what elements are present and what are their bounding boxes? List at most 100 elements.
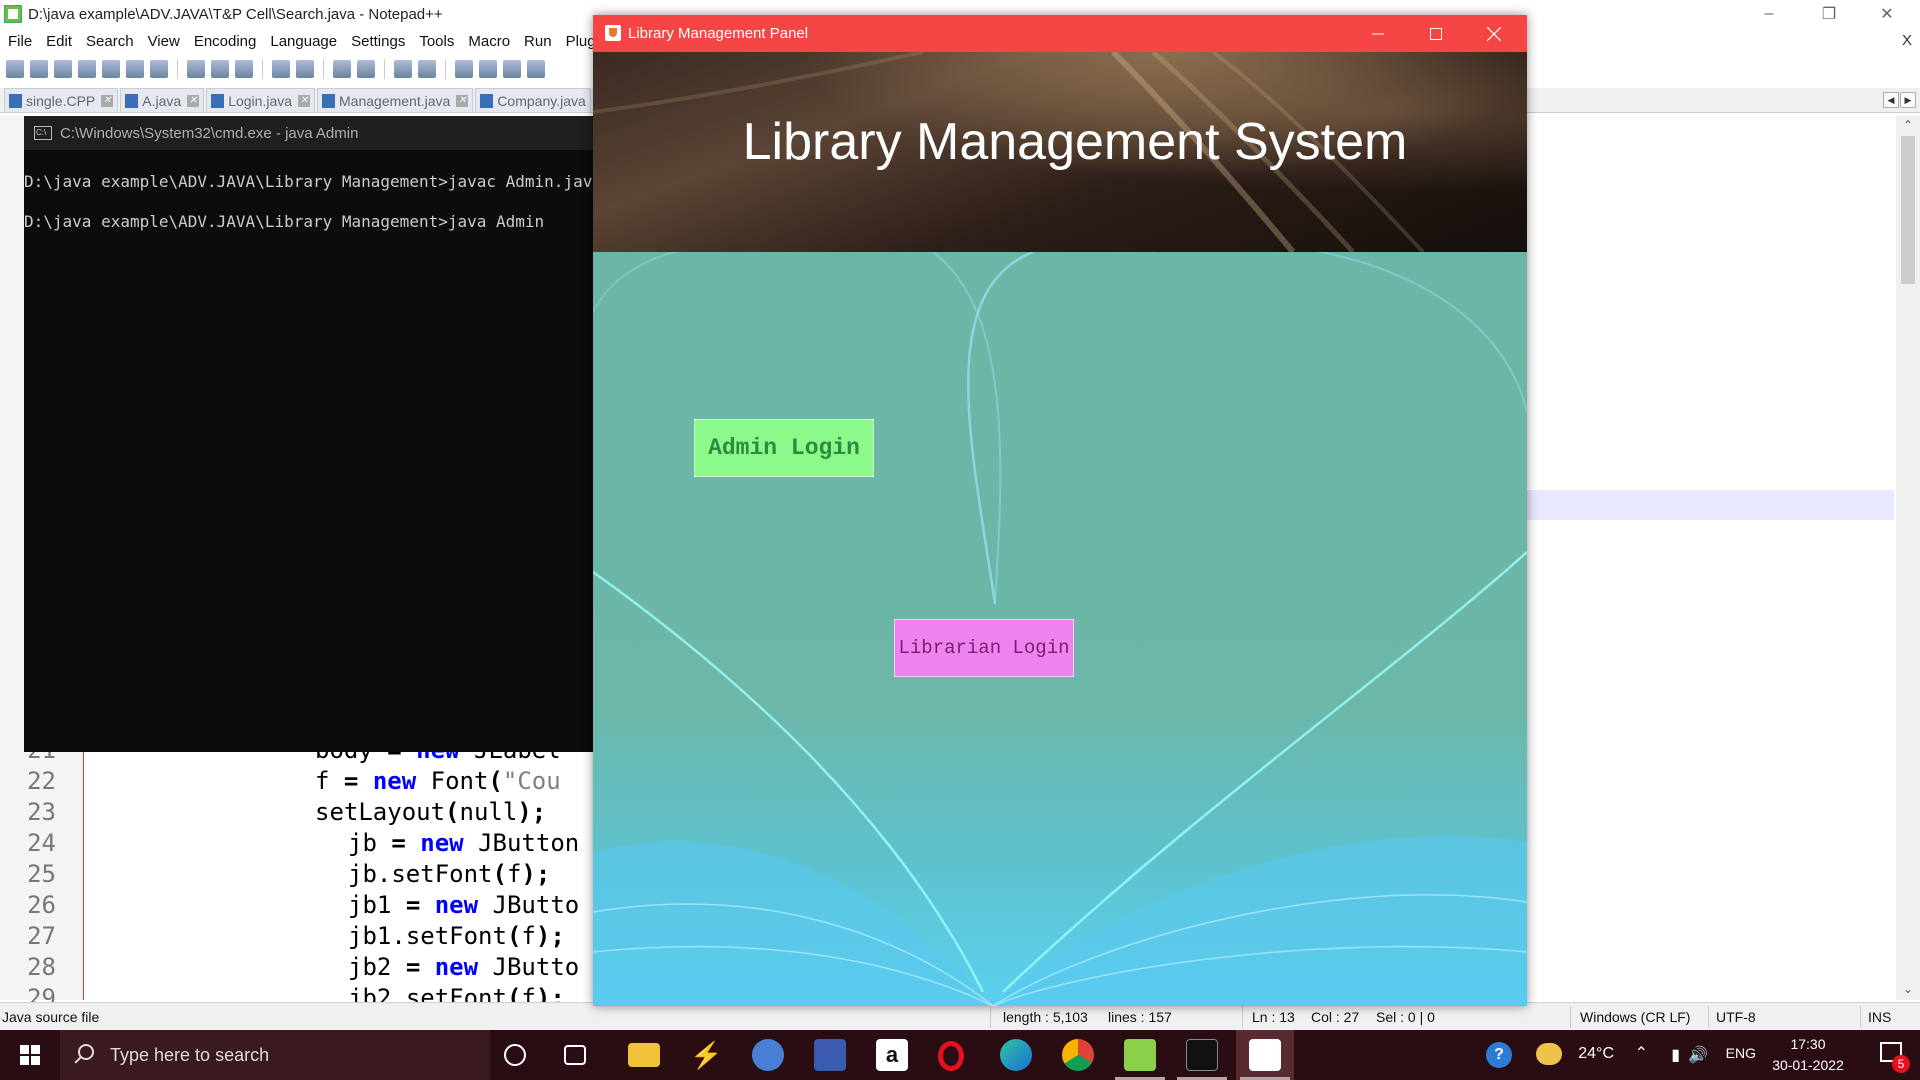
menu-file[interactable]: File	[2, 33, 40, 50]
code-line: jb = new JButton	[348, 829, 580, 857]
cmd-icon: C:\	[34, 126, 52, 140]
zoom-in-icon[interactable]	[394, 60, 412, 78]
find-icon[interactable]	[333, 60, 351, 78]
editor-vertical-scrollbar[interactable]: ⌃ ⌄	[1896, 116, 1920, 1000]
close-document-button[interactable]: X	[1902, 32, 1912, 49]
save-icon[interactable]	[54, 60, 72, 78]
show-all-chars-icon[interactable]	[527, 60, 545, 78]
weather-temperature[interactable]: 24°C	[1578, 1045, 1614, 1063]
tab-management-java[interactable]: Management.java ✕	[317, 88, 474, 112]
header-banner-image: Library Management System	[593, 49, 1527, 254]
show-hidden-icons-icon[interactable]: ⌃	[1635, 1043, 1648, 1063]
weather-icon[interactable]	[1536, 1043, 1562, 1065]
sublime-merge-icon[interactable]	[814, 1039, 846, 1071]
sync-scroll-v-icon[interactable]	[455, 60, 473, 78]
close-file-icon[interactable]	[102, 60, 120, 78]
maximize-icon	[1430, 27, 1442, 40]
line-number: 28	[27, 953, 56, 981]
close-all-icon[interactable]	[126, 60, 144, 78]
tab-close-icon[interactable]: ✕	[298, 94, 311, 107]
help-icon[interactable]: ?	[1486, 1042, 1512, 1068]
tab-scroll-arrows: ◀ ▶	[1883, 92, 1916, 108]
minimize-icon	[1372, 33, 1384, 34]
word-wrap-icon[interactable]	[503, 60, 521, 78]
tab-login-java[interactable]: Login.java ✕	[206, 88, 316, 112]
menu-search[interactable]: Search	[80, 33, 142, 50]
amazon-icon[interactable]: a	[876, 1039, 908, 1071]
opera-icon[interactable]	[938, 1041, 964, 1071]
menu-encoding[interactable]: Encoding	[188, 33, 265, 50]
sublime-text-icon[interactable]: ⚡	[690, 1039, 722, 1071]
tab-company-java[interactable]: Company.java	[475, 88, 591, 112]
clock-date[interactable]: 30-01-2022	[1768, 1057, 1848, 1073]
tab-scroll-left-icon[interactable]: ◀	[1883, 92, 1899, 108]
line-number: 27	[27, 922, 56, 950]
language-indicator[interactable]: ENG	[1726, 1045, 1756, 1061]
status-divider	[1860, 1006, 1861, 1028]
paste-icon[interactable]	[235, 60, 253, 78]
chromium-icon[interactable]	[752, 1039, 784, 1071]
cortana-icon[interactable]	[504, 1044, 526, 1066]
clock-time[interactable]: 17:30	[1768, 1036, 1848, 1052]
task-view-icon[interactable]	[564, 1045, 586, 1065]
code-line: setLayout(null);	[315, 798, 547, 826]
copy-icon[interactable]	[211, 60, 229, 78]
edge-icon[interactable]	[1000, 1039, 1032, 1071]
cut-icon[interactable]	[187, 60, 205, 78]
panel-heading: Library Management System	[742, 113, 1408, 171]
tab-label: A.java	[142, 92, 182, 109]
volume-icon[interactable]: 🔊	[1688, 1045, 1708, 1065]
menu-language[interactable]: Language	[264, 33, 345, 50]
chrome-icon[interactable]	[1062, 1039, 1094, 1071]
tab-scroll-right-icon[interactable]: ▶	[1900, 92, 1916, 108]
panel-minimize-button[interactable]	[1349, 15, 1407, 52]
toolbar-separator	[445, 59, 446, 79]
admin-login-button[interactable]: Admin Login	[694, 419, 874, 477]
taskbar-search-box[interactable]: Type here to search	[60, 1030, 490, 1080]
tab-close-icon[interactable]: ✕	[187, 94, 200, 107]
redo-icon[interactable]	[296, 60, 314, 78]
npp-restore-button[interactable]: ❐	[1800, 0, 1858, 28]
current-line-highlight	[1526, 490, 1894, 520]
cmd-titlebar: C:\ C:\Windows\System32\cmd.exe - java A…	[24, 116, 620, 150]
menu-run[interactable]: Run	[518, 33, 560, 50]
line-number: 23	[27, 798, 56, 826]
librarian-login-button[interactable]: Librarian Login	[894, 619, 1074, 677]
notepadpp-icon	[4, 5, 22, 23]
zoom-out-icon[interactable]	[418, 60, 436, 78]
java-app-taskbar-slot[interactable]	[1236, 1030, 1294, 1080]
scroll-up-icon[interactable]: ⌃	[1896, 118, 1920, 132]
save-all-icon[interactable]	[78, 60, 96, 78]
file-explorer-icon[interactable]	[628, 1043, 660, 1067]
toolbar-separator	[323, 59, 324, 79]
scroll-down-icon[interactable]: ⌄	[1896, 982, 1920, 996]
tab-label: Management.java	[339, 92, 451, 109]
panel-close-button[interactable]	[1465, 15, 1523, 52]
tab-single-cpp[interactable]: single.CPP ✕	[4, 88, 119, 112]
new-file-icon[interactable]	[6, 60, 24, 78]
battery-icon[interactable]: ▮	[1671, 1045, 1680, 1065]
tab-close-icon[interactable]: ✕	[456, 94, 469, 107]
tab-a-java[interactable]: A.java ✕	[120, 88, 205, 112]
npp-statusbar: Java source file length : 5,103 lines : …	[0, 1002, 1920, 1030]
tab-close-icon[interactable]: ✕	[101, 94, 114, 107]
scrollbar-thumb[interactable]	[1901, 136, 1915, 284]
open-file-icon[interactable]	[30, 60, 48, 78]
notification-count-badge[interactable]: 5	[1892, 1055, 1910, 1073]
print-icon[interactable]	[150, 60, 168, 78]
menu-edit[interactable]: Edit	[40, 33, 80, 50]
npp-minimize-button[interactable]: –	[1740, 0, 1798, 28]
replace-icon[interactable]	[357, 60, 375, 78]
cmd-taskbar-icon[interactable]	[1186, 1039, 1218, 1071]
notepadpp-taskbar-icon[interactable]	[1124, 1039, 1156, 1071]
sync-scroll-h-icon[interactable]	[479, 60, 497, 78]
menu-tools[interactable]: Tools	[413, 33, 462, 50]
start-button[interactable]	[0, 1030, 60, 1080]
undo-icon[interactable]	[272, 60, 290, 78]
menu-macro[interactable]: Macro	[462, 33, 518, 50]
panel-maximize-button[interactable]	[1407, 15, 1465, 52]
npp-close-button[interactable]: ✕	[1858, 0, 1916, 28]
menu-view[interactable]: View	[142, 33, 188, 50]
menu-settings[interactable]: Settings	[345, 33, 413, 50]
cmd-window[interactable]: C:\ C:\Windows\System32\cmd.exe - java A…	[24, 116, 620, 752]
